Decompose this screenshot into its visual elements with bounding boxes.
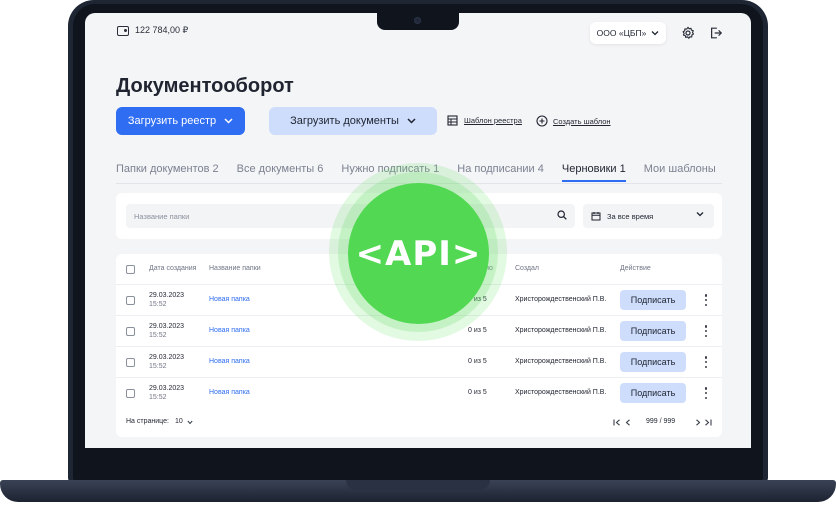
camera-notch [377,13,459,30]
page-info: 999 / 999 [646,418,676,425]
upload-registry-button[interactable]: Загрузить реестр [116,107,245,135]
sign-button[interactable]: Подписать [620,321,686,341]
column-action: Действие [620,265,651,272]
api-badge: <API> [348,183,489,324]
chevron-down-icon [187,420,193,425]
signed-count: 0 из 5 [468,327,487,334]
creator-name: Христорождественский П.В. [515,358,607,365]
balance-amount: 122 784,00 ₽ [135,25,189,35]
upload-documents-button[interactable]: Загрузить документы [269,107,437,135]
row-date: 29.03.2023 15:52 [149,384,184,402]
row-date-value: 29.03.2023 [149,323,185,330]
calendar-icon [591,212,601,221]
row-checkbox[interactable] [126,358,135,367]
folder-link[interactable]: Новая папка [209,358,250,365]
plus-circle-icon [536,115,548,127]
tab-drafts[interactable]: Черновики 1 [561,163,626,182]
first-page-icon[interactable] [613,419,621,426]
org-selector[interactable]: ООО «ЦБП» [590,22,666,44]
upload-documents-label: Загрузить документы [290,115,399,127]
sign-button[interactable]: Подписать [620,352,686,372]
row-time-value: 15:52 [149,363,167,370]
sign-button[interactable]: Подписать [620,383,686,403]
registry-template-label: Шаблон реестра [464,116,522,125]
folder-link[interactable]: Новая папка [209,296,250,303]
row-checkbox[interactable] [126,389,135,398]
row-date-value: 29.03.2023 [149,292,185,299]
row-checkbox[interactable] [126,296,135,305]
row-time-value: 15:52 [149,332,167,339]
creator-name: Христорождественский П.В. [515,296,607,303]
row-checkbox[interactable] [126,327,135,336]
laptop-bezel-bottom [85,448,751,478]
gear-icon[interactable] [681,26,695,40]
per-page-label: На странице: [126,418,169,425]
chevron-down-icon [696,212,704,217]
row-date: 29.03.2023 15:52 [149,353,184,371]
period-value: За все время [607,211,654,221]
registry-template-link[interactable]: Шаблон реестра [447,115,522,126]
chevron-down-icon [651,31,659,36]
api-badge-text: <API> [355,233,482,274]
upload-registry-label: Загрузить реестр [127,115,217,127]
creator-name: Христорождественский П.В. [515,327,607,334]
row-date: 29.03.2023 15:52 [149,291,184,309]
more-icon[interactable] [704,387,708,399]
row-time-value: 15:52 [149,394,167,401]
balance: 122 784,00 ₽ [117,25,188,36]
table-row: 29.03.2023 15:52 Новая папка 0 из 5 Хрис… [116,377,722,408]
sign-button[interactable]: Подписать [620,290,686,310]
table-row: 29.03.2023 15:52 Новая папка 0 из 5 Хрис… [116,346,722,377]
tab-all-documents[interactable]: Все документы 6 [237,163,324,182]
create-template-label: Создать шаблон [553,116,611,126]
signed-count: 0 из 5 [468,389,487,396]
page-title: Документооборот [116,75,294,97]
folder-link[interactable]: Новая папка [209,389,250,396]
row-date-value: 29.03.2023 [149,354,185,361]
per-page-select[interactable]: 10 [175,418,183,425]
camera-icon [414,17,421,24]
column-folder: Название папки [209,265,261,272]
chevron-down-icon [224,118,233,124]
period-select[interactable]: За все время [583,204,714,228]
table-icon [447,115,458,126]
more-icon[interactable] [704,325,708,337]
laptop-base-notch [346,480,490,490]
column-creator: Создал [515,265,539,272]
create-template-link[interactable]: Создать шаблон [536,115,611,127]
next-page-icon[interactable] [695,419,701,426]
select-all-checkbox[interactable] [126,265,135,274]
tab-folders[interactable]: Папки документов 2 [116,163,219,182]
more-icon[interactable] [704,356,708,368]
creator-name: Христорождественский П.В. [515,389,607,396]
last-page-icon[interactable] [704,419,712,426]
search-placeholder: Название папки [134,211,190,221]
signed-count: 0 из 5 [468,358,487,365]
folder-link[interactable]: Новая папка [209,327,250,334]
row-date-value: 29.03.2023 [149,385,185,392]
chevron-down-icon [407,118,416,124]
org-name: ООО «ЦБП» [596,28,647,38]
search-icon[interactable] [557,210,567,220]
row-time-value: 15:52 [149,301,167,308]
row-date: 29.03.2023 15:52 [149,322,184,340]
more-icon[interactable] [704,294,708,306]
column-created: Дата создания [149,265,197,272]
tab-my-templates[interactable]: Мои шаблоны [644,163,716,182]
wallet-icon [117,25,129,36]
prev-page-icon[interactable] [625,419,631,426]
logout-icon[interactable] [709,26,723,40]
